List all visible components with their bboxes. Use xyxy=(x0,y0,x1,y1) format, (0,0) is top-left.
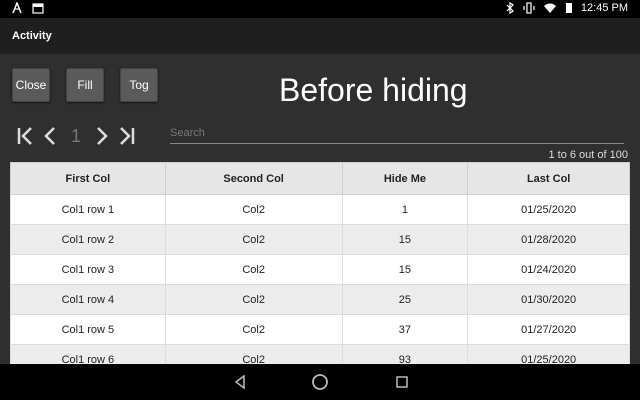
column-header[interactable]: Last Col xyxy=(467,162,630,195)
table-cell: 37 xyxy=(341,314,469,345)
table-row[interactable]: Col1 row 4 Col2 25 01/30/2020 xyxy=(10,284,630,315)
activity-title: Activity xyxy=(12,30,52,42)
table-cell: 25 xyxy=(341,284,469,315)
home-icon[interactable] xyxy=(310,372,330,392)
bluetooth-icon xyxy=(506,2,514,14)
pager: 1 xyxy=(14,124,138,148)
table-cell: 15 xyxy=(341,224,469,255)
record-summary: 1 to 6 out of 100 xyxy=(548,149,628,161)
back-icon[interactable] xyxy=(230,372,250,392)
main-content: Close Fill Tog Before hiding 1 Search 1 … xyxy=(0,54,640,375)
table-cell: Col2 xyxy=(164,224,343,255)
headline: Before hiding xyxy=(279,72,468,108)
table-cell: Col1 row 3 xyxy=(10,254,166,285)
tog-button[interactable]: Tog xyxy=(120,68,158,102)
vibrate-icon xyxy=(523,2,535,14)
first-page-icon[interactable] xyxy=(14,124,38,148)
table-cell: Col2 xyxy=(164,254,343,285)
table-cell: 1 xyxy=(341,194,469,225)
status-bar: 12:45 PM xyxy=(0,0,640,18)
table-cell: 01/27/2020 xyxy=(467,314,630,345)
battery-icon xyxy=(565,3,572,13)
page-number: 1 xyxy=(70,125,81,146)
last-page-icon[interactable] xyxy=(114,124,138,148)
text-icon xyxy=(12,2,22,14)
app-bar: Activity xyxy=(0,18,640,54)
table-cell: 01/28/2020 xyxy=(467,224,630,255)
table-row[interactable]: Col1 row 3 Col2 15 01/24/2020 xyxy=(10,254,630,285)
search-input[interactable]: Search xyxy=(170,127,624,144)
table-cell: Col1 row 5 xyxy=(10,314,166,345)
table-header-row: First Col Second Col Hide Me Last Col xyxy=(10,162,630,195)
next-page-icon[interactable] xyxy=(90,124,114,148)
close-button[interactable]: Close xyxy=(12,68,50,102)
status-left xyxy=(12,2,44,14)
table-cell: 01/24/2020 xyxy=(467,254,630,285)
table-cell: Col2 xyxy=(164,194,343,225)
recents-icon[interactable] xyxy=(392,372,412,392)
table-cell: Col1 row 1 xyxy=(10,194,166,225)
column-header[interactable]: Hide Me xyxy=(341,162,469,195)
navigation-bar xyxy=(0,364,640,400)
table-row[interactable]: Col1 row 2 Col2 15 01/28/2020 xyxy=(10,224,630,255)
table-cell: 01/25/2020 xyxy=(467,194,630,225)
data-table: First Col Second Col Hide Me Last Col Co… xyxy=(10,162,630,375)
column-header[interactable]: Second Col xyxy=(164,162,343,195)
previous-page-icon[interactable] xyxy=(38,124,62,148)
table-cell: Col2 xyxy=(164,284,343,315)
fill-button[interactable]: Fill xyxy=(66,68,104,102)
table-cell: Col2 xyxy=(164,314,343,345)
table-cell: Col1 row 4 xyxy=(10,284,166,315)
column-header[interactable]: First Col xyxy=(10,162,166,195)
table-row[interactable]: Col1 row 1 Col2 1 01/25/2020 xyxy=(10,194,630,225)
calendar-icon xyxy=(32,3,44,14)
status-time: 12:45 PM xyxy=(580,2,628,14)
table-cell: 01/30/2020 xyxy=(467,284,630,315)
table-cell: Col1 row 2 xyxy=(10,224,166,255)
wifi-icon xyxy=(543,3,556,13)
status-right: 12:45 PM xyxy=(505,2,628,14)
table-row[interactable]: Col1 row 5 Col2 37 01/27/2020 xyxy=(10,314,630,345)
table-cell: 15 xyxy=(341,254,469,285)
